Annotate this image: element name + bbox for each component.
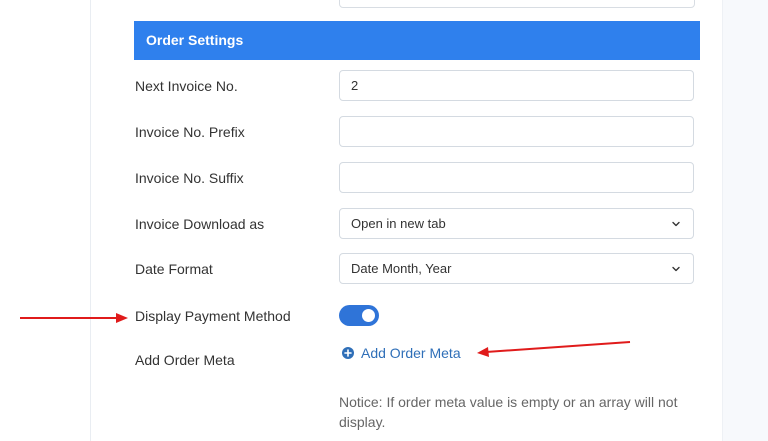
previous-field-partial[interactable] bbox=[339, 0, 695, 8]
order-settings-header: Order Settings bbox=[134, 21, 700, 60]
add-order-meta-text: Add Order Meta bbox=[361, 345, 461, 361]
panel-left-border bbox=[90, 0, 91, 441]
next-invoice-input[interactable] bbox=[339, 70, 694, 101]
date-format-select[interactable]: Date Month, Year bbox=[339, 253, 694, 284]
annotation-arrow-left-icon bbox=[474, 338, 634, 360]
chevron-down-icon bbox=[670, 263, 682, 275]
settings-page: Order Settings Next Invoice No. Invoice … bbox=[0, 0, 768, 441]
add-order-meta-link[interactable]: Add Order Meta bbox=[342, 345, 461, 361]
chevron-down-icon bbox=[670, 218, 682, 230]
plus-circle-icon bbox=[342, 347, 354, 359]
invoice-suffix-label: Invoice No. Suffix bbox=[135, 170, 244, 186]
toggle-knob bbox=[362, 309, 375, 322]
invoice-download-select[interactable]: Open in new tab bbox=[339, 208, 694, 239]
date-format-value: Date Month, Year bbox=[351, 254, 451, 283]
annotation-arrow-right-icon bbox=[18, 310, 130, 326]
next-invoice-label: Next Invoice No. bbox=[135, 78, 238, 94]
invoice-prefix-label: Invoice No. Prefix bbox=[135, 124, 245, 140]
panel-right-gutter bbox=[722, 0, 768, 441]
invoice-download-value: Open in new tab bbox=[351, 209, 446, 238]
payment-method-toggle[interactable] bbox=[339, 305, 379, 326]
date-format-label: Date Format bbox=[135, 261, 213, 277]
invoice-prefix-input[interactable] bbox=[339, 116, 694, 147]
order-meta-label: Add Order Meta bbox=[135, 352, 235, 368]
payment-method-label: Display Payment Method bbox=[135, 308, 291, 324]
invoice-suffix-input[interactable] bbox=[339, 162, 694, 193]
order-meta-notice: Notice: If order meta value is empty or … bbox=[339, 392, 689, 432]
invoice-download-label: Invoice Download as bbox=[135, 216, 264, 232]
